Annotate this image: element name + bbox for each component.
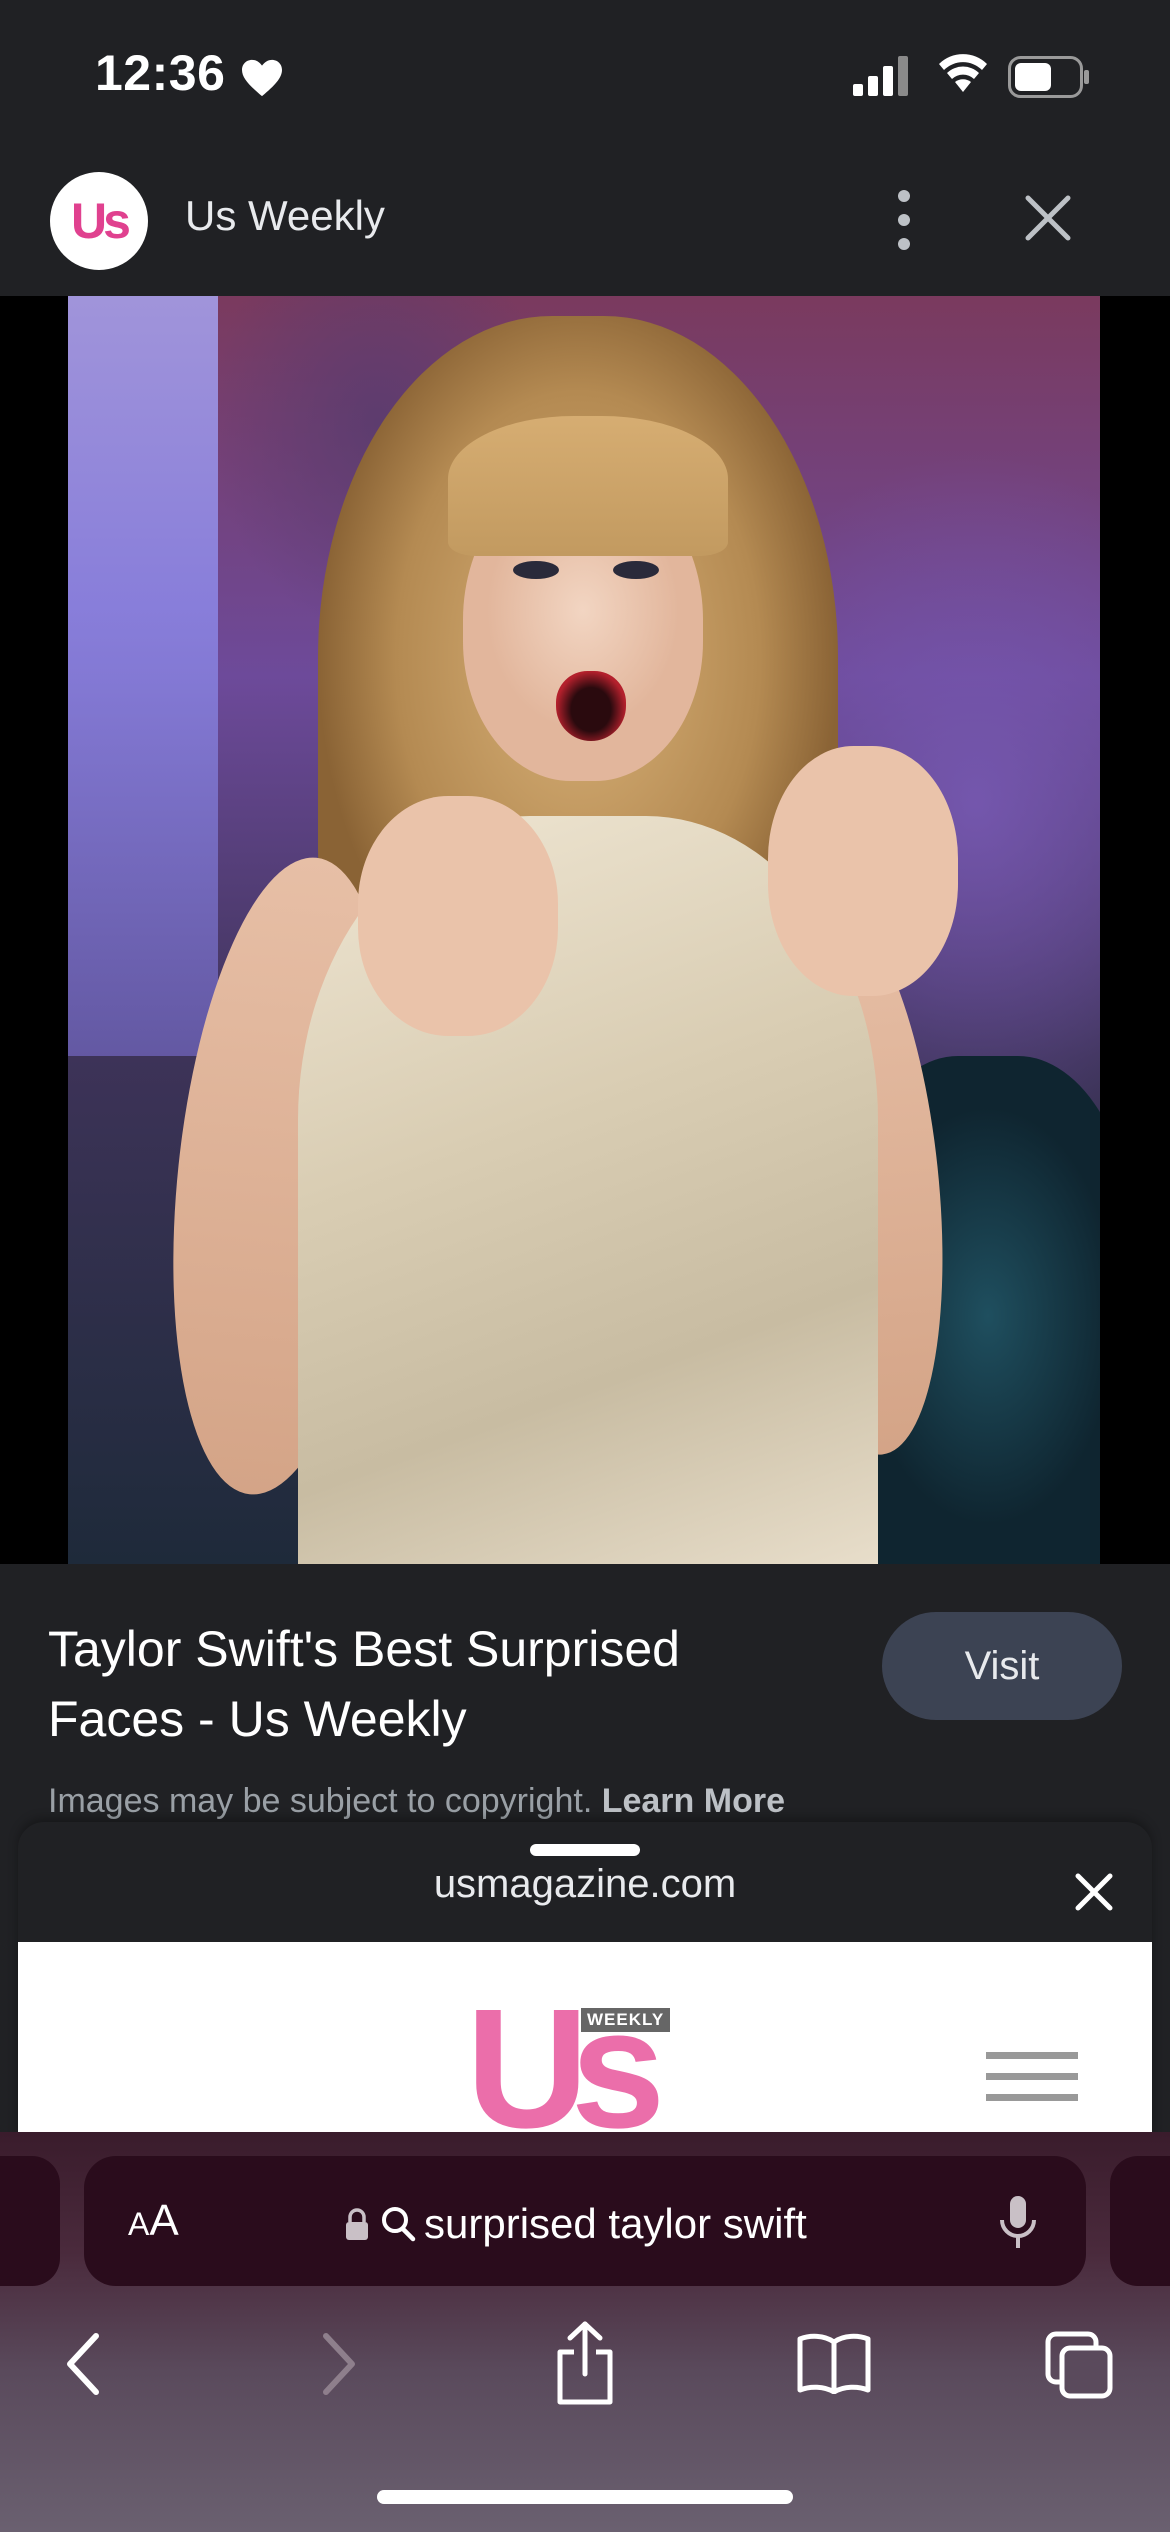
copyright-text: Images may be subject to copyright. — [48, 1782, 593, 1820]
status-time: 12:36 — [95, 45, 226, 101]
sheet-domain: usmagazine.com — [433, 1862, 737, 1906]
lock-icon — [346, 2208, 368, 2240]
status-bar: 12:36 — [0, 0, 1170, 150]
tabs-icon[interactable] — [1044, 2330, 1114, 2400]
image-frame — [0, 296, 1170, 1564]
address-bar[interactable]: AA surprised taylor swift — [84, 2156, 1086, 2286]
back-chevron-icon[interactable] — [64, 2332, 104, 2396]
wifi-icon — [939, 54, 987, 92]
bookmarks-book-icon[interactable] — [796, 2332, 872, 2394]
source-title[interactable]: Us Weekly — [185, 192, 385, 240]
share-icon[interactable] — [552, 2320, 618, 2406]
text-size-large-a: A — [149, 2196, 179, 2245]
sheet-drag-handle[interactable] — [530, 1844, 640, 1856]
image-mouth — [556, 671, 626, 741]
hamburger-menu-icon[interactable] — [986, 2052, 1078, 2115]
image-hand-right — [768, 746, 958, 996]
result-image[interactable] — [68, 296, 1100, 1564]
image-background-light — [68, 296, 218, 1056]
text-size-small-a: A — [128, 2206, 150, 2242]
close-icon[interactable] — [1070, 1868, 1118, 1916]
search-icon — [382, 2207, 416, 2242]
learn-more-link[interactable]: Learn More — [602, 1782, 785, 1820]
visit-button[interactable]: Visit — [882, 1612, 1122, 1720]
source-logo[interactable]: Us — [50, 172, 148, 270]
site-logo[interactable]: Us WEEKLY — [466, 1984, 686, 2142]
url-text: surprised taylor swift — [424, 2200, 807, 2247]
heart-icon — [242, 59, 282, 97]
text-size-button[interactable]: AA — [128, 2196, 179, 2246]
image-eye — [613, 561, 659, 579]
safari-bottom-bar: AA surprised taylor swift — [0, 2132, 1170, 2532]
image-hand-left — [358, 796, 558, 1036]
more-vertical-icon[interactable] — [880, 180, 928, 260]
cellular-signal-icon — [853, 56, 908, 96]
result-title[interactable]: Taylor Swift's Best Surprised Faces - Us… — [48, 1614, 788, 1754]
site-preview-content[interactable]: Us WEEKLY — [18, 1942, 1152, 2142]
battery-icon — [1008, 56, 1089, 98]
image-bangs — [448, 416, 728, 556]
source-logo-text: Us — [71, 193, 131, 249]
next-tab-peek[interactable] — [1110, 2156, 1170, 2286]
previous-tab-peek[interactable] — [0, 2156, 60, 2286]
forward-chevron-icon[interactable] — [318, 2332, 358, 2396]
safari-toolbar — [0, 2304, 1170, 2424]
home-indicator[interactable] — [377, 2490, 793, 2504]
source-header: Us Us Weekly — [0, 150, 1170, 296]
microphone-icon[interactable] — [998, 2194, 1038, 2252]
copyright-notice: Images may be subject to copyright. Lear… — [48, 1782, 785, 1821]
site-preview-sheet[interactable]: usmagazine.com Us WEEKLY — [18, 1822, 1152, 2142]
image-eye — [513, 561, 559, 579]
close-icon[interactable] — [1020, 190, 1076, 246]
site-logo-badge: WEEKLY — [581, 2008, 671, 2032]
